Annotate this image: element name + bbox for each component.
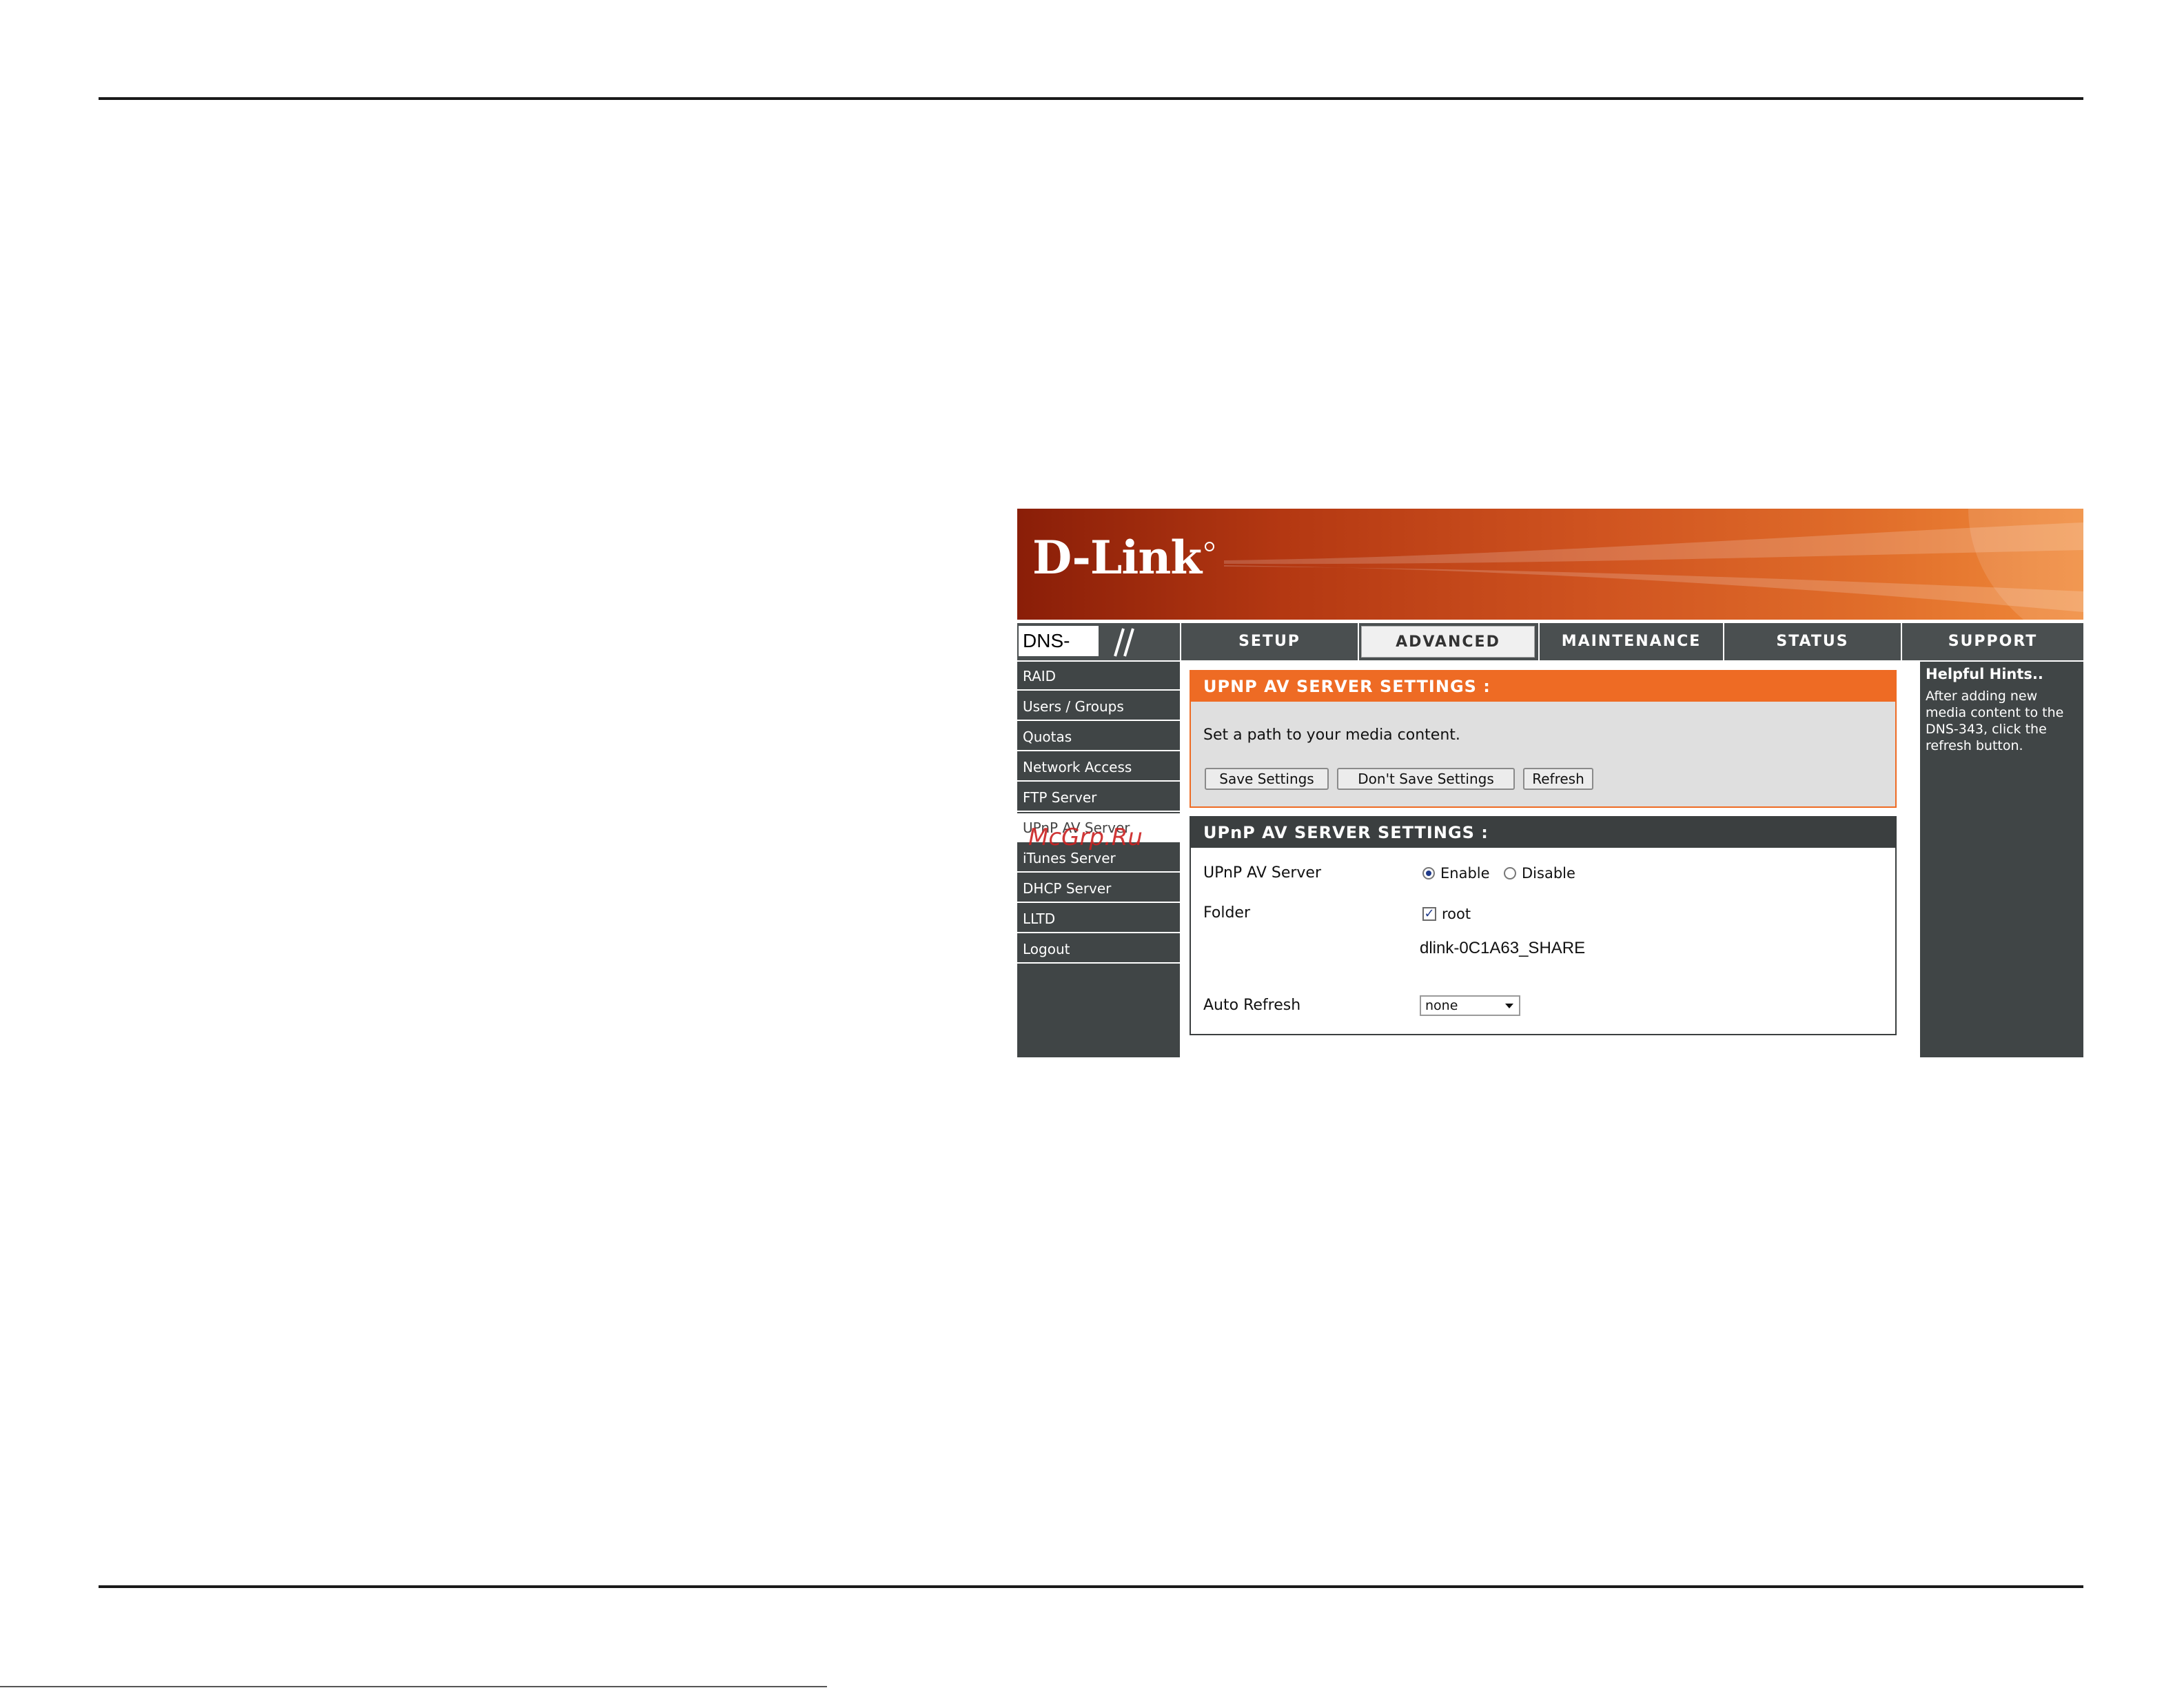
dont-save-settings-button[interactable]: Don't Save Settings (1337, 768, 1515, 790)
tab-advanced-label: ADVANCED (1361, 626, 1535, 658)
sidebar-item-network-access[interactable]: Network Access (1017, 753, 1180, 782)
sidebar-item-users-groups[interactable]: Users / Groups (1017, 692, 1180, 721)
hints-text: After adding new media content to the DN… (1926, 689, 2064, 753)
sidebar-item-lltd[interactable]: LLTD (1017, 904, 1180, 933)
tab-maintenance[interactable]: MAINTENANCE (1540, 623, 1724, 660)
sidebar-item-upnp-av-server[interactable]: UPnP AV Server McGrp.Ru (1017, 813, 1180, 849)
upnp-server-label: UPnP AV Server (1203, 864, 1322, 882)
model-label: DNS-343 (1019, 626, 1099, 682)
auto-refresh-label: Auto Refresh (1203, 997, 1301, 1014)
footer-line (0, 1686, 827, 1687)
sidebar-item-logout[interactable]: Logout (1017, 935, 1180, 964)
share-name: dlink-0C1A63_SHARE (1420, 939, 1586, 957)
auto-refresh-value: none (1425, 998, 1458, 1013)
header-banner: D-Link (1017, 509, 2083, 620)
tab-setup[interactable]: SETUP (1181, 623, 1359, 660)
main-content: UPNP AV SERVER SETTINGS : Set a path to … (1181, 662, 1919, 1057)
panel-title: UPnP AV SERVER SETTINGS : (1191, 817, 1895, 848)
save-settings-button[interactable]: Save Settings (1205, 768, 1329, 790)
registered-mark-icon (1205, 542, 1214, 551)
root-checkbox[interactable]: ✓ (1422, 907, 1436, 921)
sidebar-menu: RAID Users / Groups Quotas Network Acces… (1017, 662, 1180, 1057)
auto-refresh-select[interactable]: none (1420, 995, 1520, 1016)
panel-title: UPNP AV SERVER SETTINGS : (1191, 671, 1895, 702)
dlink-logo: D-Link (1032, 531, 1202, 584)
tab-advanced[interactable]: ADVANCED (1359, 623, 1540, 660)
sidebar-item-quotas[interactable]: Quotas (1017, 722, 1180, 751)
top-nav: SETUP ADVANCED MAINTENANCE STATUS SUPPOR… (1181, 623, 2083, 660)
tab-setup-label: SETUP (1238, 633, 1300, 650)
disable-label: Disable (1522, 865, 1575, 882)
enable-radio[interactable] (1422, 867, 1435, 879)
dropdown-arrow-icon (1505, 1004, 1513, 1008)
tab-status-label: STATUS (1776, 633, 1849, 650)
helpful-hints-panel: Helpful Hints.. After adding new media c… (1920, 662, 2083, 1057)
upnp-settings-panel: UPnP AV SERVER SETTINGS : UPnP AV Server… (1190, 816, 1897, 1035)
root-label: root (1442, 906, 1471, 922)
tab-support[interactable]: SUPPORT (1902, 623, 2083, 660)
tab-maintenance-label: MAINTENANCE (1561, 633, 1702, 650)
double-slash-icon (1114, 628, 1134, 657)
web-ui-screenshot: D-Link DNS-343 SETUP ADVANCED MAINTENANC… (1017, 509, 2083, 1057)
refresh-button[interactable]: Refresh (1523, 768, 1593, 790)
disable-radio[interactable] (1504, 867, 1516, 879)
sidebar-item-dhcp-server[interactable]: DHCP Server (1017, 874, 1180, 903)
sidebar-item-ftp-server[interactable]: FTP Server (1017, 783, 1180, 812)
bottom-rule (99, 1585, 2083, 1588)
enable-label: Enable (1440, 865, 1490, 882)
tab-support-label: SUPPORT (1948, 633, 2038, 650)
sidebar-item-itunes-server[interactable]: iTunes Server (1017, 844, 1180, 873)
folder-label: Folder (1203, 904, 1250, 922)
sidebar-item-raid[interactable]: RAID (1017, 662, 1180, 691)
model-box: DNS-343 (1017, 623, 1181, 682)
tab-status[interactable]: STATUS (1724, 623, 1902, 660)
hints-title: Helpful Hints.. (1926, 666, 2043, 682)
settings-intro-panel: UPNP AV SERVER SETTINGS : Set a path to … (1190, 670, 1897, 808)
panel-description: Set a path to your media content. (1203, 726, 1460, 744)
top-rule (99, 97, 2083, 100)
